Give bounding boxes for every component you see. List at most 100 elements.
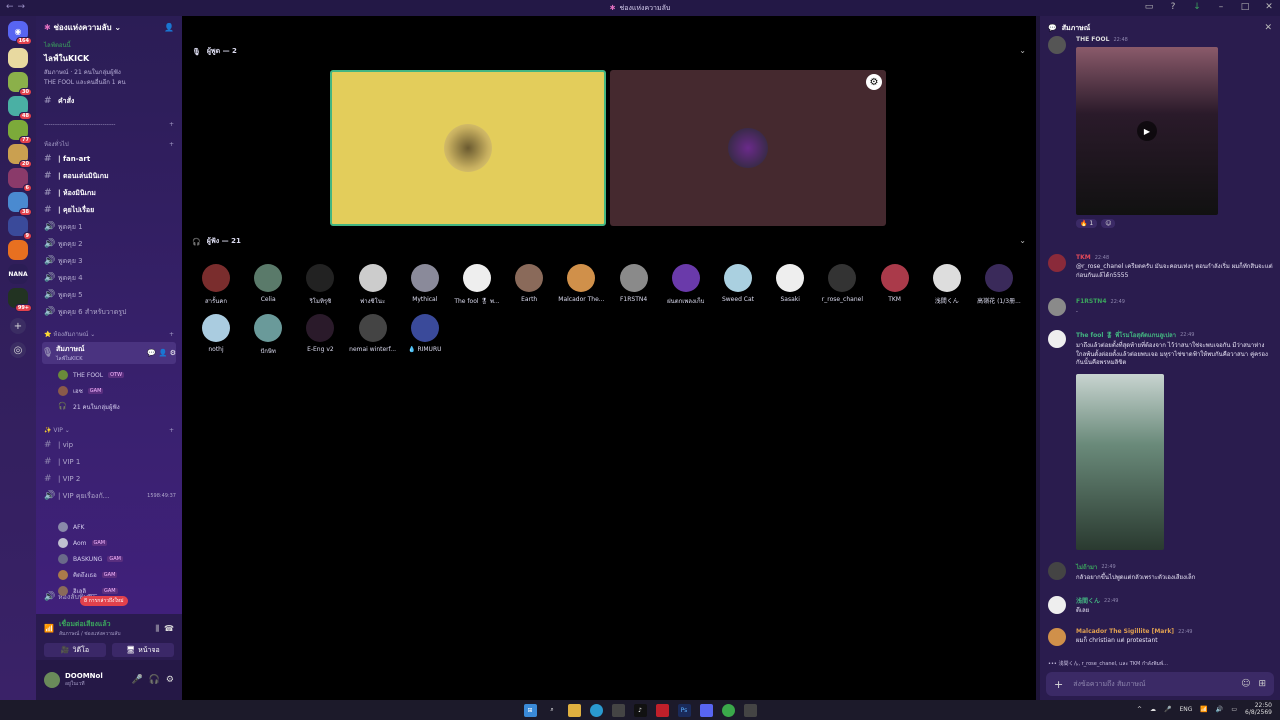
server-icon[interactable] bbox=[8, 240, 28, 260]
chat-message[interactable]: The fool 🎖 พี่โรมโอสุตัดแกนลูเปลา 22:49 มา… bbox=[1048, 330, 1274, 368]
voice-user[interactable]: AFK bbox=[58, 520, 176, 534]
channel-item[interactable]: # | ห้องมินิเกม bbox=[44, 186, 176, 200]
server-icon[interactable]: 30 bbox=[8, 72, 32, 96]
listener[interactable]: Malcador The... bbox=[555, 264, 607, 303]
speaker-tile[interactable]: ⚙ bbox=[610, 70, 886, 226]
plus-icon[interactable]: + bbox=[169, 331, 174, 338]
server-header[interactable]: ✱ ช่องแห่งความลับ ⌄ 👤 bbox=[36, 16, 182, 38]
chat-message[interactable]: TKM 22:48 @r_rose_chanel เครียดครับ มันจะค… bbox=[1048, 254, 1274, 280]
discover-icon[interactable]: ◎ bbox=[10, 342, 26, 358]
headset-icon[interactable]: 🎧 bbox=[149, 675, 160, 685]
clock[interactable]: 22:50 6/8/2569 bbox=[1245, 702, 1272, 716]
listener[interactable]: ฝนตกเพลงเก็บ bbox=[660, 264, 712, 306]
mic-icon[interactable]: 🎤 bbox=[1164, 706, 1171, 713]
search-icon[interactable]: ⌕ bbox=[546, 704, 559, 717]
plus-icon[interactable]: + bbox=[169, 141, 174, 148]
tiktok-icon[interactable]: ♪ bbox=[633, 703, 647, 717]
add-member-icon[interactable]: 👤 bbox=[164, 23, 174, 32]
listener[interactable]: r_rose_chanel bbox=[816, 264, 868, 303]
listener[interactable]: nemai winterf... bbox=[347, 314, 399, 353]
speaker-tile[interactable] bbox=[330, 70, 606, 226]
voice-channel-path[interactable]: สัมภาษณ์ / ช่องแห่งความลับ bbox=[59, 630, 121, 638]
photoshop-icon[interactable]: Ps bbox=[677, 703, 691, 717]
voice-user[interactable]: คิดถึงเธอ GAM bbox=[58, 568, 176, 582]
chat-message[interactable]: 浅間くん 22:49 ดีเลย bbox=[1048, 596, 1274, 616]
discord-icon[interactable] bbox=[699, 703, 713, 717]
chevron-down-icon[interactable]: ⌄ bbox=[1019, 46, 1026, 55]
category-general[interactable]: ห้องทั่วไป + bbox=[44, 138, 174, 150]
voice-user[interactable]: ฮิเลลิ ___ GAM bbox=[58, 584, 176, 598]
listener[interactable]: ฟางชิโนะ bbox=[347, 264, 399, 306]
server-icon[interactable] bbox=[8, 48, 28, 68]
chat-message[interactable]: THE FOOL 22:48 ▶ 🔥 1 ☺ bbox=[1048, 36, 1274, 228]
video-button[interactable]: 🎥 วิดีโอ bbox=[44, 643, 106, 657]
chat-message[interactable]: F1RSTN4 22:49. bbox=[1048, 298, 1274, 316]
chat-message[interactable]: ไม่ถ้ามา 22:49 กลัวอยากขึ้นไปพูดแต่กลัวเพร… bbox=[1048, 562, 1274, 583]
listener[interactable]: nothj bbox=[190, 314, 242, 353]
category-vip[interactable]: ✨ VIP ⌄ + bbox=[44, 424, 174, 436]
listener[interactable]: ริโมทิรุซิ bbox=[294, 264, 346, 306]
listener[interactable]: Celia bbox=[242, 264, 294, 303]
listener[interactable]: Sasaki bbox=[764, 264, 816, 303]
listener[interactable]: The fool 🎖 พ... bbox=[451, 264, 503, 306]
chat-message[interactable]: Malcador The Sigillite [Mark] 22:49 ผมก็ c… bbox=[1048, 628, 1274, 646]
avatar[interactable] bbox=[44, 672, 60, 688]
play-icon[interactable]: ▶ bbox=[1137, 121, 1157, 141]
wifi-icon[interactable]: 📶 bbox=[1200, 706, 1207, 713]
plus-icon[interactable]: + bbox=[169, 121, 174, 128]
server-icon[interactable]: 6 bbox=[8, 168, 32, 192]
minimize-button[interactable]: – bbox=[1216, 2, 1226, 12]
server-icon[interactable]: 48 bbox=[8, 96, 32, 120]
listener[interactable]: TKM bbox=[869, 264, 921, 303]
channel-item[interactable]: # | vip bbox=[44, 438, 176, 452]
settings-icon[interactable]: ⚙ bbox=[866, 74, 882, 90]
voice-user[interactable]: BASKUNG GAM bbox=[58, 552, 176, 566]
server-icon[interactable]: 77 bbox=[8, 120, 32, 144]
listener[interactable]: 💧 RIMURU bbox=[399, 314, 451, 353]
voice-user[interactable]: 🎧 21 คนในกลุ่มผู้ฟัง bbox=[58, 400, 176, 414]
app-icon[interactable] bbox=[743, 703, 757, 717]
server-icon[interactable]: 9 bbox=[8, 216, 32, 240]
add-reaction-icon[interactable]: ☺ bbox=[1101, 219, 1116, 228]
channel-item[interactable]: 🔊 พูดคุย 5 bbox=[44, 288, 176, 302]
listener[interactable]: 高嶺花 (1/3册... bbox=[973, 264, 1025, 305]
plus-icon[interactable]: + bbox=[169, 427, 174, 434]
channel-actions-icon[interactable]: 💬 👤 ⚙ bbox=[147, 349, 176, 357]
listener[interactable]: Mythical bbox=[399, 264, 451, 303]
folder-icon[interactable] bbox=[567, 703, 581, 717]
image-attachment[interactable] bbox=[1076, 374, 1164, 550]
home-icon[interactable]: ◉ 164 bbox=[8, 21, 32, 45]
listener[interactable]: Sweed Cat bbox=[712, 264, 764, 303]
close-icon[interactable]: ✕ bbox=[1264, 23, 1272, 33]
app-icon[interactable] bbox=[655, 703, 669, 717]
channel-item[interactable]: 🔊 พูดคุย 6 สำหรับวาดรูป bbox=[44, 305, 176, 319]
channel-item[interactable]: 🔊 พูดคุย 1 bbox=[44, 220, 176, 234]
server-icon[interactable]: 20 bbox=[8, 144, 32, 168]
chat-input[interactable]: + ส่งข้อความถึง สัมภาษณ์ ☺ ⊞ bbox=[1046, 672, 1274, 696]
apps-icon[interactable]: ⊞ bbox=[1258, 679, 1266, 689]
channel-item[interactable]: # | VIP 2 bbox=[44, 472, 176, 486]
channel-item[interactable]: 🔊 พูดคุย 4 bbox=[44, 271, 176, 285]
store-icon[interactable] bbox=[611, 703, 625, 717]
listener[interactable]: E-Eng v2 bbox=[294, 314, 346, 353]
volume-icon[interactable]: 🔊 bbox=[1216, 706, 1223, 713]
voice-user[interactable]: เฮซ GAM bbox=[58, 384, 176, 398]
nav-arrows[interactable]: ←→ bbox=[6, 2, 29, 12]
maximize-button[interactable]: □ bbox=[1240, 2, 1250, 12]
channel-item[interactable]: # | VIP 1 bbox=[44, 455, 176, 469]
listener[interactable]: Earth bbox=[503, 264, 555, 303]
live-event[interactable]: ไลฟ์ตอนนี้ ไลฟ์ในKICK สัมภาษณ์ · 21 คนใน… bbox=[36, 38, 182, 89]
edge-icon[interactable] bbox=[589, 703, 603, 717]
channel-item[interactable]: # | ตอนเล่นมินิเกม bbox=[44, 169, 176, 183]
divider-category[interactable]: --------------------------------- + bbox=[44, 118, 174, 130]
listener[interactable]: F1RSTN4 bbox=[608, 264, 660, 303]
listener[interactable]: 浅間くん bbox=[921, 264, 973, 305]
noise-suppression-icon[interactable]: ⫼ bbox=[155, 624, 159, 634]
reaction[interactable]: 🔥 1 bbox=[1076, 219, 1098, 228]
battery-icon[interactable]: ▭ bbox=[1231, 706, 1237, 713]
listener[interactable]: สารั้นคก bbox=[190, 264, 242, 306]
start-icon[interactable]: ⊞ bbox=[523, 703, 537, 717]
channel-item[interactable]: 🔊 พูดคุย 3 bbox=[44, 254, 176, 268]
voice-user[interactable]: Aom GAM bbox=[58, 536, 176, 550]
server-icon[interactable]: NANA bbox=[8, 264, 28, 284]
